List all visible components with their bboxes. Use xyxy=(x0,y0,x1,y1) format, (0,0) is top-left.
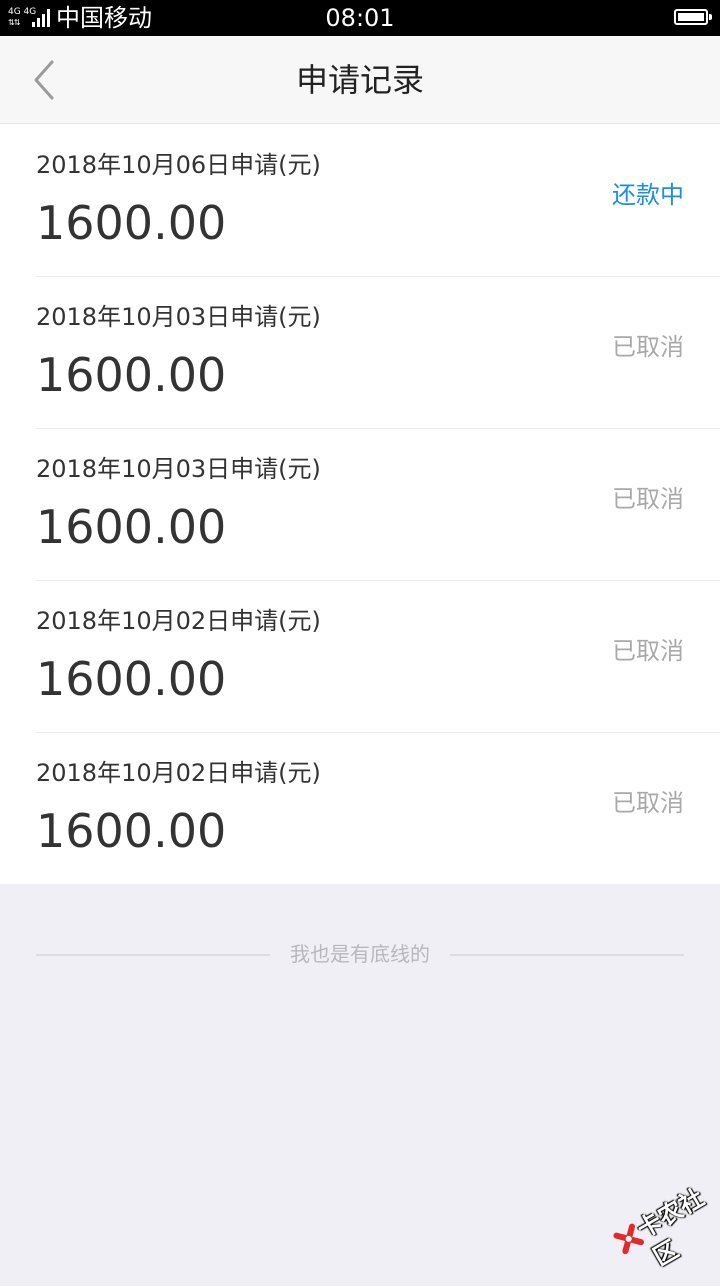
record-date: 2018年10月03日申请(元) xyxy=(36,303,321,331)
record-status: 已取消 xyxy=(612,485,684,513)
watermark: 卡农社区 xyxy=(604,1170,720,1274)
clock: 08:01 xyxy=(325,4,395,32)
list-item[interactable]: 2018年10月02日申请(元) 1600.00 已取消 xyxy=(0,580,720,732)
record-status: 还款中 xyxy=(612,181,684,209)
record-amount: 1600.00 xyxy=(36,196,227,250)
record-date: 2018年10月06日申请(元) xyxy=(36,151,321,179)
nav-bar: 申请记录 xyxy=(0,36,720,124)
page-title: 申请记录 xyxy=(295,61,424,99)
record-amount: 1600.00 xyxy=(36,652,227,706)
record-date: 2018年10月03日申请(元) xyxy=(36,455,321,483)
watermark-text: 卡农社区 xyxy=(632,1183,709,1272)
divider xyxy=(450,954,684,956)
application-record-list: 2018年10月06日申请(元) 1600.00 还款中 2018年10月03日… xyxy=(0,124,720,884)
record-status: 已取消 xyxy=(612,789,684,817)
record-amount: 1600.00 xyxy=(36,500,227,554)
record-amount: 1600.00 xyxy=(36,348,227,402)
record-status: 已取消 xyxy=(612,637,684,665)
list-item[interactable]: 2018年10月02日申请(元) 1600.00 已取消 xyxy=(0,732,720,884)
record-status: 已取消 xyxy=(612,333,684,361)
list-item[interactable]: 2018年10月03日申请(元) 1600.00 已取消 xyxy=(0,276,720,428)
record-date: 2018年10月02日申请(元) xyxy=(36,759,321,787)
record-date: 2018年10月02日申请(元) xyxy=(36,607,321,635)
status-bar: 4G 4G ⇅⇅ 中国移动 08:01 xyxy=(0,0,720,36)
battery-level xyxy=(678,13,704,21)
record-amount: 1600.00 xyxy=(36,804,227,858)
list-item[interactable]: 2018年10月03日申请(元) 1600.00 已取消 xyxy=(0,428,720,580)
list-item[interactable]: 2018年10月06日申请(元) 1600.00 还款中 xyxy=(0,124,720,276)
end-of-list-note: 我也是有底线的 xyxy=(36,936,684,972)
battery-icon xyxy=(674,9,712,25)
